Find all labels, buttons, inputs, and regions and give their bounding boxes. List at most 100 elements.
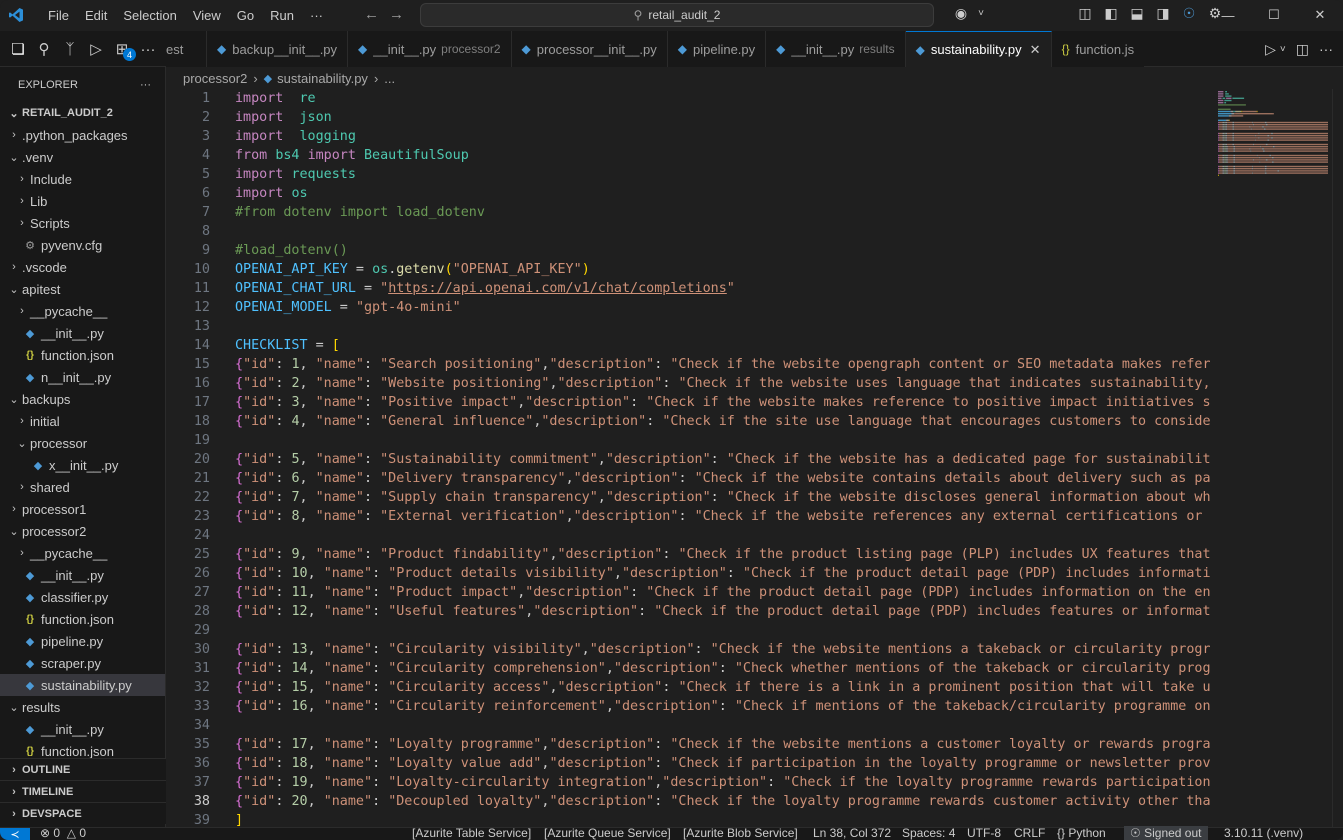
menu-file[interactable]: File: [40, 8, 77, 23]
explorer-icon[interactable]: ❏: [6, 37, 30, 61]
menu-run[interactable]: Run: [262, 8, 302, 23]
tree-item-label: __pycache__: [30, 545, 108, 561]
run-file-icon[interactable]: ▷: [1265, 41, 1276, 58]
outline-section[interactable]: › OUTLINE: [0, 758, 166, 780]
tab-function-js[interactable]: {} function.js: [1051, 31, 1145, 67]
tree-folder[interactable]: ⌄ results: [0, 696, 165, 718]
tree-folder[interactable]: › __pycache__: [0, 542, 165, 564]
breadcrumb-file[interactable]: sustainability.py: [277, 71, 368, 86]
code-editor[interactable]: 1 import re 2 import json 3 import logging 4 fr…: [166, 89, 1210, 827]
tab-label: __init__.py: [373, 41, 437, 57]
tree-file[interactable]: ◆ pipeline.py: [0, 630, 165, 652]
minimap[interactable]: [1210, 89, 1332, 827]
toggle-panel-icon[interactable]: ⬓: [1124, 5, 1150, 22]
tree-file[interactable]: ◆ __init__.py: [0, 718, 165, 740]
menu-go[interactable]: Go: [229, 8, 262, 23]
python-interpreter[interactable]: 3.10.11 (.venv): [1224, 826, 1303, 840]
back-arrow-icon[interactable]: ←: [364, 6, 379, 23]
tab-init-results[interactable]: ◆ __init__.py results: [766, 31, 906, 67]
menu-more[interactable]: ···: [302, 8, 331, 23]
tree-file[interactable]: ◆ __init__.py: [0, 322, 165, 344]
tree-file[interactable]: ◆ n__init__.py: [0, 366, 165, 388]
more-actions-icon[interactable]: ···: [1319, 41, 1333, 57]
toggle-secondary-sidebar-icon[interactable]: ◨: [1150, 5, 1176, 22]
indentation[interactable]: Spaces: 4: [902, 826, 955, 840]
search-view-icon[interactable]: ⚲: [32, 37, 56, 61]
tree-file[interactable]: ◆ scraper.py: [0, 652, 165, 674]
chevron-right-icon: ›: [20, 305, 24, 317]
minimap-line: [1267, 124, 1328, 126]
split-editor-icon[interactable]: ◫: [1296, 41, 1309, 58]
breadcrumb-symbol[interactable]: ...: [384, 71, 395, 86]
source-control-icon[interactable]: ᛉ: [58, 37, 82, 61]
explorer-more-icon[interactable]: ···: [140, 79, 151, 91]
tab-est[interactable]: est: [166, 31, 207, 67]
menu-edit[interactable]: Edit: [77, 8, 115, 23]
tree-folder[interactable]: ⌄ apitest: [0, 278, 165, 300]
run-debug-icon[interactable]: ▷: [84, 37, 108, 61]
minimize-icon[interactable]: —: [1205, 0, 1251, 30]
menu-view[interactable]: View: [185, 8, 229, 23]
cursor-position[interactable]: Ln 38, Col 372: [813, 826, 891, 840]
tree-file[interactable]: ◆ classifier.py: [0, 586, 165, 608]
tab-backup-init[interactable]: ◆ backup__init__.py: [207, 31, 349, 67]
tree-folder[interactable]: ⌄ backups: [0, 388, 165, 410]
tab-init-processor2[interactable]: ◆ __init__.py processor2: [348, 31, 512, 67]
account-status[interactable]: ☉ Signed out: [1124, 826, 1208, 840]
tab-pipeline[interactable]: ◆ pipeline.py: [667, 31, 767, 67]
tree-item-label: .venv: [22, 149, 54, 165]
menu-selection[interactable]: Selection: [115, 8, 184, 23]
tree-folder[interactable]: › Lib: [0, 190, 165, 212]
tree-file[interactable]: {} function.json: [0, 608, 165, 630]
maximize-icon[interactable]: ☐: [1251, 0, 1297, 30]
run-options-chevron-icon[interactable]: ˅: [1280, 44, 1286, 55]
tree-folder[interactable]: › shared: [0, 476, 165, 498]
tree-file[interactable]: {} function.json: [0, 344, 165, 366]
problems-indicator[interactable]: ⊗ 0 △ 0: [40, 826, 86, 840]
azurite-queue-status[interactable]: [Azurite Queue Service]: [544, 826, 671, 840]
tab-sustainability[interactable]: ◆ sustainability.py ✕: [905, 31, 1052, 67]
timeline-section[interactable]: › TIMELINE: [0, 780, 166, 802]
remote-indicator-icon[interactable]: ≺: [0, 828, 30, 840]
tree-folder[interactable]: › .vscode: [0, 256, 165, 278]
azurite-table-status[interactable]: [Azurite Table Service]: [412, 826, 531, 840]
tree-file[interactable]: ◆ x__init__.py: [0, 454, 165, 476]
line-number: 4: [201, 148, 210, 163]
tree-folder[interactable]: › initial: [0, 410, 165, 432]
workspace-root[interactable]: ⌄ RETAIL_AUDIT_2: [0, 102, 165, 124]
command-center-search[interactable]: ⚲ retail_audit_2: [420, 3, 934, 27]
tree-folder[interactable]: › Scripts: [0, 212, 165, 234]
line-number: 17: [193, 395, 210, 410]
tree-folder[interactable]: › __pycache__: [0, 300, 165, 322]
copilot-icon[interactable]: ◉: [948, 5, 974, 22]
devspace-section[interactable]: › DEVSPACE: [0, 802, 166, 824]
more-views-icon[interactable]: ···: [136, 37, 160, 61]
tab-processor-init[interactable]: ◆ processor__init__.py: [511, 31, 668, 67]
tree-file[interactable]: ⚙ pyvenv.cfg: [0, 234, 165, 256]
forward-arrow-icon[interactable]: →: [389, 6, 404, 23]
tree-file[interactable]: ◆ sustainability.py: [0, 674, 165, 696]
code-token: "Sustainability commitment": [380, 452, 598, 467]
tree-folder[interactable]: › .python_packages: [0, 124, 165, 146]
tree-folder[interactable]: › processor1: [0, 498, 165, 520]
accounts-icon[interactable]: ☉: [1176, 5, 1202, 22]
code-text: import os: [210, 184, 308, 203]
code-token: import: [235, 91, 284, 106]
encoding[interactable]: UTF-8: [967, 826, 1001, 840]
extensions-icon[interactable]: ⊞ 4: [110, 37, 136, 61]
customize-layout-icon[interactable]: ◫: [1072, 5, 1098, 22]
tree-folder[interactable]: ⌄ processor: [0, 432, 165, 454]
toggle-sidebar-icon[interactable]: ◧: [1098, 5, 1124, 22]
chevron-down-icon[interactable]: ˅: [974, 8, 988, 19]
line-ending[interactable]: CRLF: [1014, 826, 1045, 840]
azurite-blob-status[interactable]: [Azurite Blob Service]: [683, 826, 798, 840]
vertical-scrollbar[interactable]: [1332, 89, 1343, 827]
language-mode[interactable]: {} Python: [1057, 826, 1106, 840]
tree-folder[interactable]: ⌄ processor2: [0, 520, 165, 542]
close-tab-icon[interactable]: ✕: [1030, 42, 1041, 58]
tree-folder[interactable]: ⌄ .venv: [0, 146, 165, 168]
close-window-icon[interactable]: ✕: [1297, 0, 1343, 30]
tree-file[interactable]: ◆ __init__.py: [0, 564, 165, 586]
breadcrumb-folder[interactable]: processor2: [183, 71, 247, 86]
tree-folder[interactable]: › Include: [0, 168, 165, 190]
